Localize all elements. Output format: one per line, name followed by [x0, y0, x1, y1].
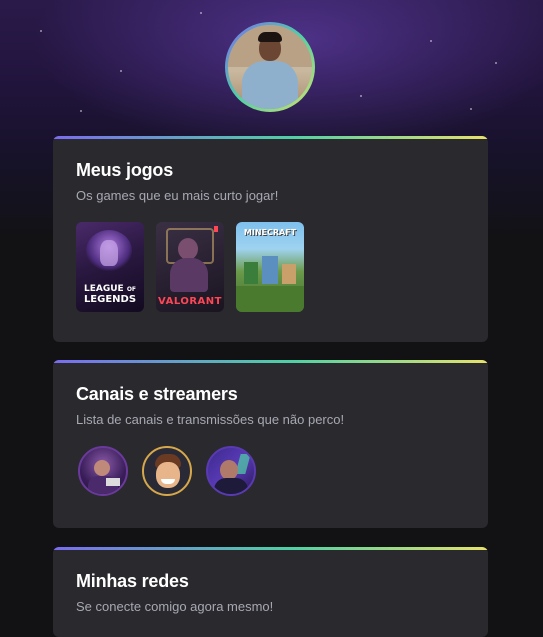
lol-cover-line1: LEAGUE — [83, 284, 124, 294]
social-card: Minhas redes Se conecte comigo agora mes… — [53, 547, 488, 637]
streamer-avatar-1-icon[interactable] — [78, 446, 128, 496]
star — [470, 108, 472, 110]
games-card-subtitle: Os games que eu mais curto jogar! — [76, 188, 279, 203]
lol-cover-of: OF — [126, 286, 137, 293]
minecraft-cover-icon[interactable]: MINECRAFT — [236, 222, 304, 312]
streamer-avatar-2-icon[interactable] — [142, 446, 192, 496]
star — [120, 70, 122, 72]
streamers-card: Canais e streamers Lista de canais e tra… — [53, 360, 488, 528]
lol-cover-line2: LEGENDS — [83, 294, 137, 305]
social-card-subtitle: Se conecte comigo agora mesmo! — [76, 599, 274, 614]
star — [40, 30, 42, 32]
star — [80, 110, 82, 112]
star — [430, 40, 432, 42]
streamers-card-subtitle: Lista de canais e transmissões que não p… — [76, 412, 345, 427]
valorant-cover-icon[interactable]: VALORANT — [156, 222, 224, 312]
streamers-card-title: Canais e streamers — [76, 384, 238, 404]
streamer-avatar-3-icon[interactable] — [206, 446, 256, 496]
social-card-title: Minhas redes — [76, 571, 189, 591]
valorant-cover-text: VALORANT — [158, 296, 222, 307]
games-card: Meus jogos Os games que eu mais curto jo… — [53, 136, 488, 342]
minecraft-cover-text: MINECRAFT — [243, 228, 297, 237]
star — [360, 95, 362, 97]
league-of-legends-cover-icon[interactable]: LEAGUE OF LEGENDS — [76, 222, 144, 312]
games-card-title: Meus jogos — [76, 160, 174, 180]
star — [495, 62, 497, 64]
profile-avatar — [225, 22, 315, 112]
profile-photo-icon — [228, 25, 312, 109]
star — [200, 12, 202, 14]
